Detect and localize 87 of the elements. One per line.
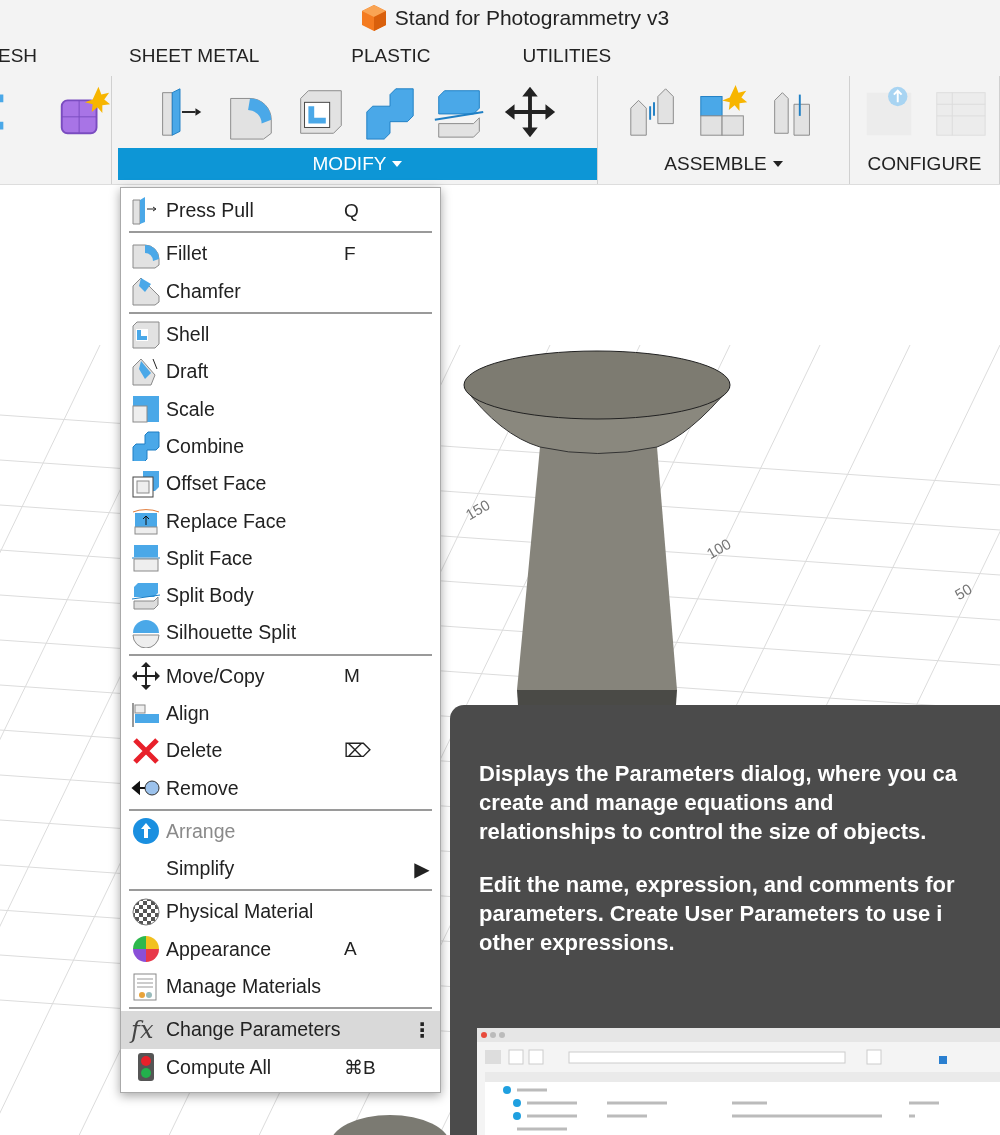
close-icon bbox=[131, 735, 161, 766]
tooltip-text: Edit the name, expression, and comments for bbox=[479, 871, 956, 899]
menu-item-label: Manage Materials bbox=[166, 975, 322, 999]
workspace-tab[interactable]: ESH bbox=[0, 45, 38, 67]
menu-item-label: Compute All bbox=[166, 1055, 273, 1079]
menu-item[interactable]: Offset Face bbox=[121, 465, 440, 503]
shell-icon bbox=[131, 319, 161, 350]
toolbar-group-button[interactable]: ASSEMBLE bbox=[598, 148, 849, 180]
chamfer-icon bbox=[131, 276, 161, 307]
axis-label: 100 bbox=[703, 534, 734, 563]
menu-item[interactable]: Shell bbox=[121, 315, 440, 354]
offset-face-icon bbox=[131, 468, 161, 499]
split-body-icon bbox=[131, 580, 161, 611]
scale-icon bbox=[131, 394, 161, 425]
menu-item[interactable]: Scale bbox=[121, 390, 440, 428]
menu-item-label: Draft bbox=[166, 360, 210, 384]
workspace-tab[interactable]: UTILITIES bbox=[522, 45, 612, 67]
menu-item[interactable]: Remove bbox=[121, 769, 440, 807]
menu-item-label: Split Body bbox=[166, 584, 255, 608]
caret-icon bbox=[772, 161, 783, 167]
shortcut-label: A bbox=[344, 938, 358, 961]
split-face-icon bbox=[131, 543, 161, 574]
menu-item[interactable]: Combine bbox=[121, 427, 440, 466]
menu-item[interactable]: Chamfer bbox=[121, 272, 440, 310]
axis-label: 50 bbox=[951, 579, 975, 604]
menu-item[interactable]: Draft bbox=[121, 353, 440, 391]
menu-item[interactable]: Move/Copy M bbox=[121, 657, 440, 695]
sphere-icon bbox=[131, 617, 161, 648]
menu-item-label: Simplify bbox=[166, 857, 236, 881]
menu-item[interactable]: Simplify ▶ bbox=[121, 850, 440, 888]
menu-item-label: Change Parameters bbox=[166, 1018, 342, 1042]
shortcut-label: ⌘B bbox=[344, 1055, 377, 1079]
menu-item-label: Arrange bbox=[166, 819, 237, 843]
checkered-ball-icon bbox=[131, 897, 161, 927]
menu-item-label: Move/Copy bbox=[166, 664, 266, 688]
menu-item[interactable]: fx Change Parameters ⋮ bbox=[121, 1011, 440, 1049]
menu-item[interactable]: Split Body bbox=[121, 576, 440, 615]
trailing-icon: ⋮ bbox=[412, 1017, 432, 1042]
menu-item-label: Combine bbox=[166, 434, 246, 458]
menu-item-label: Split Face bbox=[166, 546, 254, 570]
menu-item[interactable]: Compute All ⌘B bbox=[121, 1048, 440, 1086]
tooltip-text: Displays the Parameters dialog, where you ca bbox=[479, 760, 959, 788]
menu-item[interactable]: Fillet F bbox=[121, 235, 440, 273]
replace-face-icon bbox=[131, 506, 161, 536]
menu-item[interactable]: Press Pull Q bbox=[121, 192, 440, 230]
menu-item[interactable]: Manage Materials bbox=[121, 967, 440, 1006]
menu-item-label: Align bbox=[166, 702, 211, 725]
menu-item-label: Physical Material bbox=[166, 900, 315, 924]
menu-item-label: Chamfer bbox=[166, 279, 242, 303]
tooltip-text: relationships to control the size of objects. bbox=[479, 818, 928, 846]
combine-icon bbox=[131, 431, 161, 462]
menu-item[interactable]: Physical Material bbox=[121, 893, 440, 931]
menu-item-label: Remove bbox=[166, 776, 240, 800]
menu-item-label: Silhouette Split bbox=[166, 621, 298, 645]
tooltip-text: create and manage equations and bbox=[479, 789, 835, 817]
workspace-tab[interactable]: SHEET METAL bbox=[129, 45, 260, 67]
menu-item[interactable]: Appearance A bbox=[121, 930, 440, 968]
toolbar-group-button[interactable]: CONFIGURE bbox=[850, 148, 999, 180]
shortcut-label: M bbox=[344, 665, 361, 688]
function-icon: fx bbox=[131, 1015, 161, 1044]
menu-item[interactable]: Split Face bbox=[121, 539, 440, 577]
menu-item-label: Offset Face bbox=[166, 472, 268, 496]
menu-item-label: Press Pull bbox=[166, 199, 255, 223]
shortcut-label: Q bbox=[344, 199, 360, 222]
shortcut-label: ⌦ bbox=[344, 739, 372, 763]
axis-label: 150 bbox=[462, 495, 493, 524]
menu-item[interactable]: Delete ⌦ bbox=[121, 732, 440, 770]
window-title: Stand for Photogrammetry v3 bbox=[394, 6, 670, 30]
menu-item-label: Shell bbox=[166, 323, 211, 347]
tooltip-text: parameters. Create User Parameters to use i bbox=[479, 900, 944, 928]
menu-item[interactable]: Silhouette Split bbox=[121, 614, 440, 652]
color-wheel-icon bbox=[131, 934, 161, 965]
workspace-tab[interactable]: PLASTIC bbox=[351, 45, 431, 67]
menu-item-label: Replace Face bbox=[166, 509, 288, 533]
cube-icon bbox=[360, 4, 387, 32]
menu-item-label: Delete bbox=[166, 739, 224, 763]
move-icon bbox=[131, 661, 161, 692]
menu-item-label: Fillet bbox=[166, 242, 209, 266]
menu-item-label: Appearance bbox=[166, 937, 273, 961]
menu-item[interactable]: Align bbox=[121, 694, 440, 733]
caret-icon bbox=[392, 161, 403, 167]
shortcut-label: F bbox=[344, 242, 357, 265]
menu-item-label: Scale bbox=[166, 397, 216, 421]
arrange-icon bbox=[131, 816, 161, 847]
tooltip-text: other expressions. bbox=[479, 929, 676, 957]
trailing-icon: ▶ bbox=[412, 856, 432, 881]
menu-item[interactable]: Replace Face bbox=[121, 502, 440, 540]
